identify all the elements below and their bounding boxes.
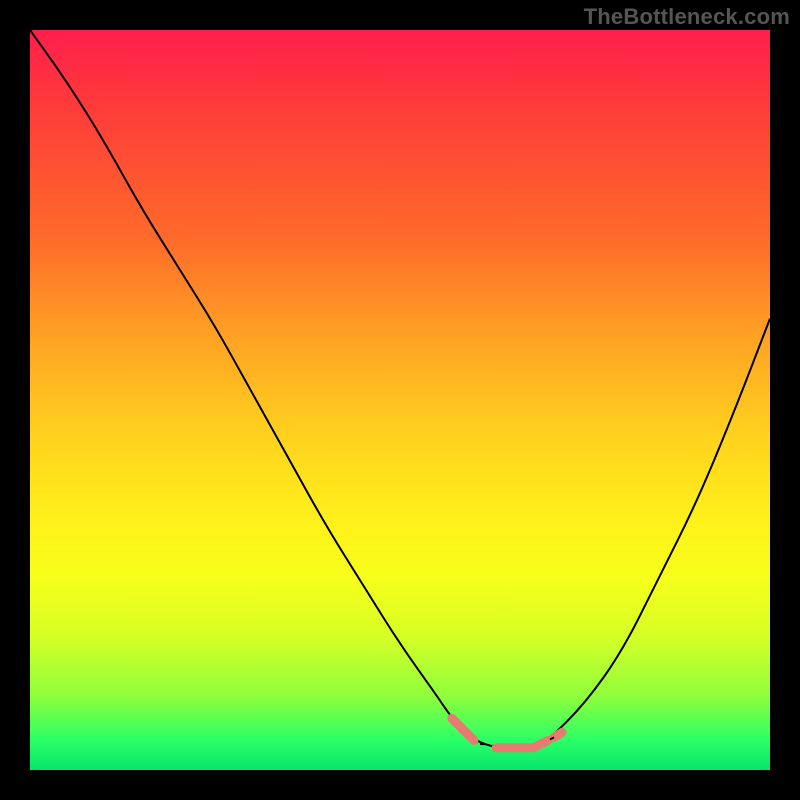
chart-frame: TheBottleneck.com bbox=[0, 0, 800, 800]
plot-area bbox=[30, 30, 770, 770]
bottleneck-curve bbox=[30, 30, 770, 748]
curve-svg bbox=[30, 30, 770, 770]
accent-highlight bbox=[452, 718, 562, 748]
watermark-text: TheBottleneck.com bbox=[584, 4, 790, 30]
